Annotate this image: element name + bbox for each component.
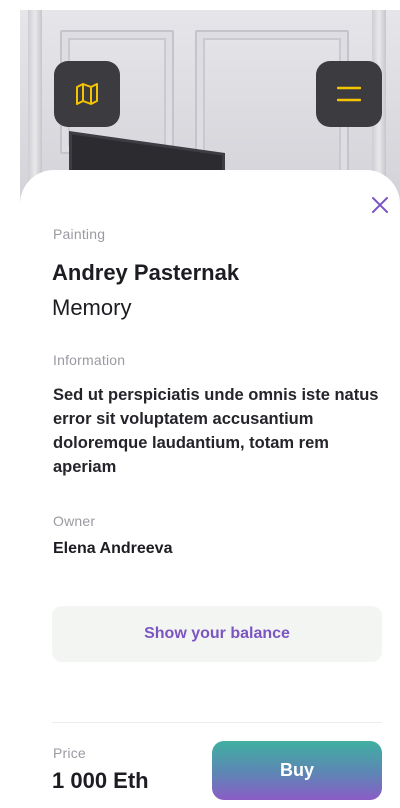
close-icon[interactable] <box>370 195 390 215</box>
hamburger-menu-icon <box>337 86 361 102</box>
artwork-title: Memory <box>52 295 132 320</box>
price-value: 1 000 Eth <box>52 768 149 793</box>
artist-name: Andrey Pasternak <box>52 260 240 285</box>
owner-name: Elena Andreeva <box>53 540 173 557</box>
artwork-detail-screen: Painting Andrey Pasternak Memory Informa… <box>0 0 400 808</box>
price-label: Price <box>53 745 86 761</box>
information-text: Sed ut perspiciatis unde omnis iste natu… <box>53 386 379 476</box>
information-label: Information <box>53 352 126 368</box>
map-icon <box>76 83 98 105</box>
divider <box>52 722 382 723</box>
owner-label: Owner <box>53 513 96 529</box>
menu-button[interactable] <box>316 61 382 127</box>
map-button[interactable] <box>54 61 120 127</box>
category-label: Painting <box>53 226 106 242</box>
show-balance-button[interactable]: Show your balance <box>52 606 382 662</box>
buy-button[interactable]: Buy <box>212 741 382 800</box>
